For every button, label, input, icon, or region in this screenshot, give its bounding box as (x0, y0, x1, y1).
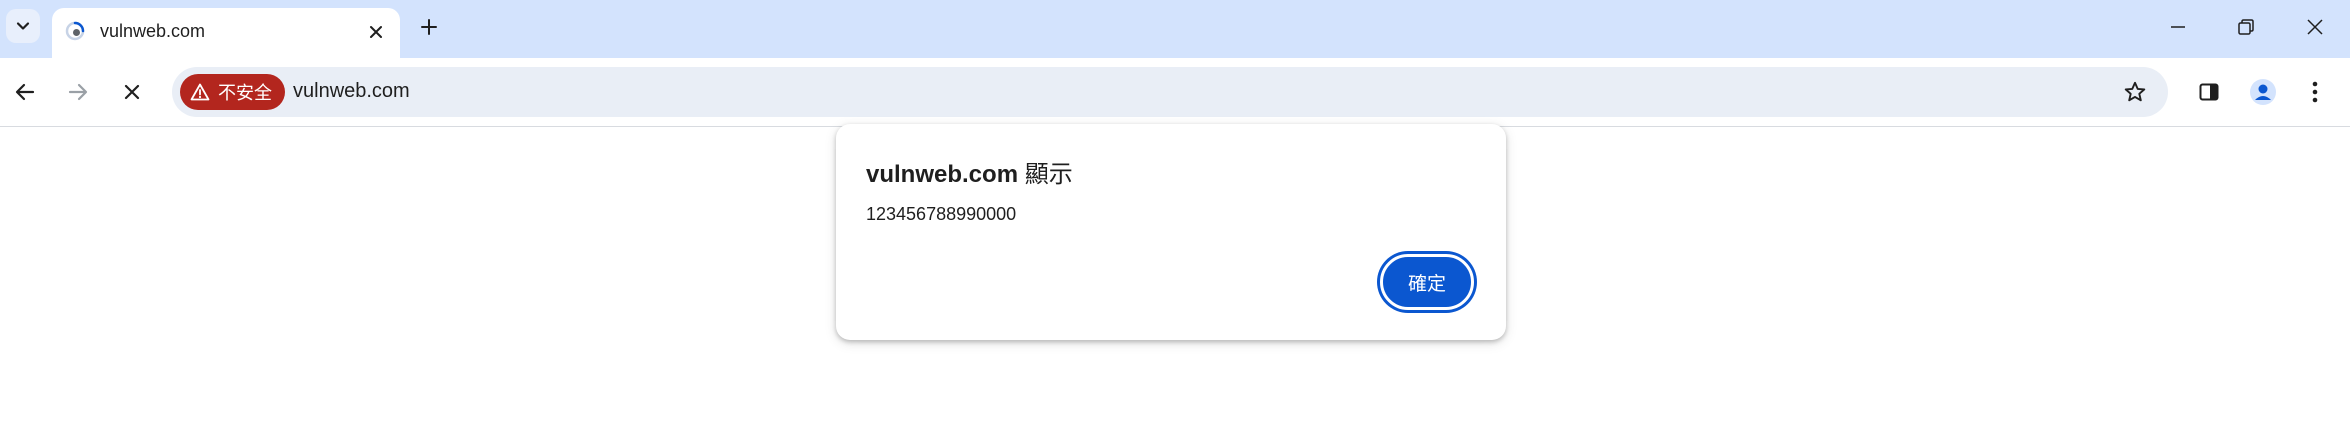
stop-loading-button[interactable] (115, 75, 149, 109)
security-label: 不安全 (218, 83, 272, 103)
tab-title: vulnweb.com (100, 21, 206, 41)
menu-button[interactable] (2298, 75, 2332, 109)
avatar-icon (2250, 79, 2276, 105)
dialog-message: 123456788990000 (866, 204, 1017, 224)
security-chip[interactable]: 不安全 (180, 74, 285, 110)
bookmark-button[interactable] (2122, 79, 2148, 105)
tab-strip: vulnweb.com (0, 0, 2350, 58)
side-panel-button[interactable] (2192, 75, 2226, 109)
browser-tab[interactable]: vulnweb.com (52, 8, 400, 58)
ok-button[interactable]: 確定 (1380, 254, 1474, 310)
tab-close-button[interactable] (364, 20, 388, 44)
close-icon (2307, 19, 2323, 35)
side-panel-icon (2199, 83, 2219, 101)
loading-favicon-icon (65, 21, 85, 41)
dialog-origin: vulnweb.com (866, 161, 1019, 188)
close-icon (370, 26, 382, 38)
profile-button[interactable] (2246, 75, 2280, 109)
dialog-title: vulnweb.com 顯示 (866, 154, 1073, 189)
dialog-title-suffix: 顯示 (1024, 161, 1073, 188)
url-text[interactable]: vulnweb.com (293, 80, 410, 103)
warning-icon (190, 82, 210, 102)
star-icon (2124, 81, 2146, 102)
new-tab-button[interactable] (413, 11, 445, 43)
minimize-button[interactable] (2158, 10, 2198, 44)
restore-icon (2238, 19, 2254, 35)
chevron-down-icon (16, 22, 30, 30)
restore-button[interactable] (2226, 10, 2266, 44)
kebab-menu-icon (2312, 81, 2318, 103)
tab-search-button[interactable] (6, 9, 40, 43)
minimize-icon (2171, 26, 2185, 28)
arrow-left-icon (15, 83, 35, 101)
close-icon (124, 84, 140, 100)
plus-icon (421, 19, 437, 35)
address-bar[interactable]: 不安全 vulnweb.com (172, 67, 2168, 117)
arrow-right-icon (68, 83, 88, 101)
browser-toolbar: 不安全 vulnweb.com (0, 58, 2350, 127)
forward-button[interactable] (61, 75, 95, 109)
back-button[interactable] (8, 75, 42, 109)
alert-dialog: vulnweb.com 顯示 123456788990000 確定 (836, 124, 1506, 340)
close-window-button[interactable] (2295, 10, 2335, 44)
